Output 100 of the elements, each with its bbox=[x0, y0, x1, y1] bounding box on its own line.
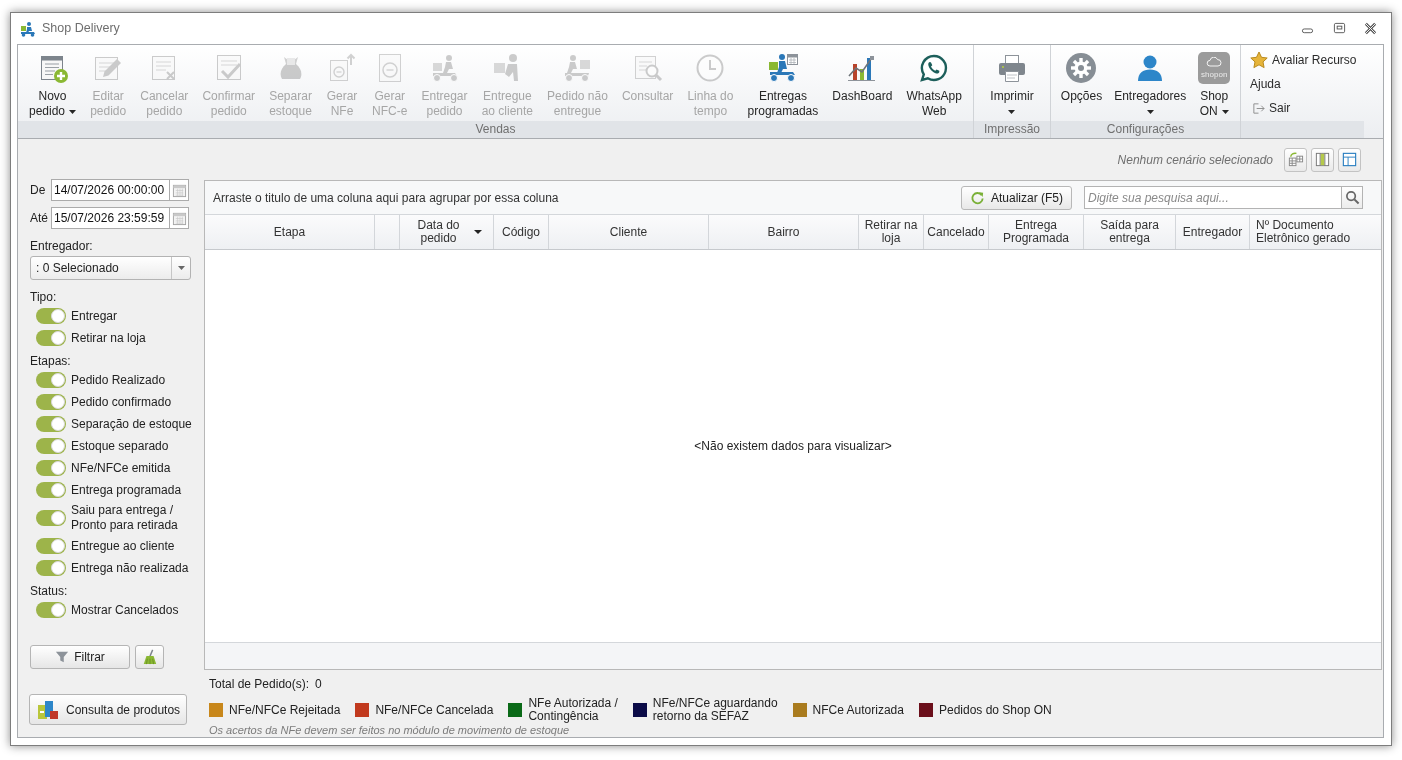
courier-dropdown[interactable]: : 0 Selecionado bbox=[30, 256, 191, 280]
ribbon-button[interactable]: Opções bbox=[1055, 52, 1108, 104]
exit-icon bbox=[1252, 101, 1265, 115]
refresh-icon bbox=[969, 190, 985, 205]
settings-icon bbox=[1065, 52, 1098, 84]
toggle-label: Entrega programada bbox=[71, 481, 182, 499]
calendar-icon bbox=[171, 182, 187, 198]
grid-arrow-icon bbox=[1287, 151, 1304, 168]
toggle-label: Separação de estoque bbox=[71, 415, 192, 433]
toggle-switch[interactable] bbox=[36, 538, 66, 554]
restore-icon[interactable] bbox=[1333, 22, 1346, 35]
ribbon-button[interactable]: DashBoard bbox=[827, 52, 898, 104]
toolbar-button[interactable] bbox=[1311, 147, 1334, 172]
summary-label: Total de Pedido(s): bbox=[209, 677, 310, 691]
calendar-button[interactable] bbox=[169, 179, 189, 201]
columns-icon bbox=[1314, 151, 1331, 168]
toggle-label: Retirar na loja bbox=[71, 329, 146, 347]
toggle-switch[interactable] bbox=[36, 308, 66, 324]
summary-value: 0 bbox=[315, 677, 322, 691]
column-header[interactable]: Cancelado bbox=[924, 215, 989, 249]
toolbar-button[interactable] bbox=[1284, 147, 1307, 172]
legend-label: NFe/NFCe Rejeitada bbox=[229, 703, 341, 717]
toggle-switch[interactable] bbox=[36, 560, 66, 576]
date-field[interactable]: 14/07/2026 00:00:00 bbox=[51, 179, 170, 201]
toggle-label: NFe/NFCe emitida bbox=[71, 459, 171, 477]
legend-label: NFe Autorizada / Contingência bbox=[528, 697, 618, 723]
caret-icon bbox=[1146, 109, 1154, 114]
toggle-label: Entrega não realizada bbox=[71, 559, 189, 577]
ribbon-button[interactable]: Imprimir bbox=[985, 52, 1039, 119]
products-button[interactable]: Consulta de produtos bbox=[29, 694, 187, 725]
ribbon-button[interactable]: Novo pedido bbox=[24, 52, 82, 119]
table-icon bbox=[1341, 151, 1358, 168]
toolbar-button[interactable] bbox=[1338, 147, 1361, 172]
toggle-switch[interactable] bbox=[36, 438, 66, 454]
ribbon-button[interactable]: Entregas programadas bbox=[742, 52, 824, 119]
ribbon-button[interactable]: Entregadores bbox=[1109, 52, 1192, 119]
field-label: Até bbox=[30, 210, 49, 227]
section-label: Tipo: bbox=[30, 289, 58, 305]
printer-icon bbox=[996, 52, 1028, 84]
calendar-button[interactable] bbox=[169, 207, 189, 229]
close-icon[interactable] bbox=[1364, 22, 1377, 35]
empty-message: <Não existem dados para visualizar> bbox=[694, 438, 892, 455]
toggle-label: Pedido confirmado bbox=[71, 393, 172, 411]
group-label: Configurações bbox=[1051, 121, 1240, 138]
field-label: De bbox=[30, 182, 47, 199]
toggle-switch[interactable] bbox=[36, 372, 66, 388]
cloud-icon bbox=[1206, 57, 1223, 67]
toggle-label: Estoque separado bbox=[71, 437, 169, 455]
ribbon-link[interactable]: Ajuda bbox=[1250, 72, 1281, 96]
section-label: Etapas: bbox=[30, 353, 72, 369]
scenario-label: Nenhum cenário selecionado bbox=[1117, 151, 1273, 169]
toggle-label: Entregar bbox=[71, 307, 118, 325]
star-icon bbox=[1250, 51, 1268, 69]
books-icon bbox=[36, 698, 60, 721]
broom-icon bbox=[141, 649, 158, 665]
column-header[interactable]: Bairro bbox=[709, 215, 859, 249]
column-header[interactable]: Saída para entrega bbox=[1084, 215, 1176, 249]
ribbon-button[interactable]: shopon Shop ON bbox=[1193, 52, 1236, 119]
column-header[interactable]: Entrega Programada bbox=[989, 215, 1084, 249]
group-by-hint: Arraste o titulo de uma coluna aqui para agrupar por essa coluna bbox=[213, 189, 559, 207]
funnel-icon bbox=[55, 650, 70, 664]
column-header[interactable]: Código bbox=[494, 215, 549, 249]
column-header[interactable]: Etapa bbox=[205, 215, 375, 249]
scooter-calendar-icon bbox=[766, 52, 799, 84]
column-header[interactable]: Retirar na loja bbox=[859, 215, 924, 249]
toggle-switch[interactable] bbox=[36, 394, 66, 410]
note-text: Os acertos da NFe devem ser feitos no módulo de movimento de estoque bbox=[209, 724, 570, 737]
window-title: Shop Delivery bbox=[42, 20, 120, 38]
toggle-switch[interactable] bbox=[36, 602, 66, 618]
search-icon bbox=[1344, 190, 1360, 205]
calendar-icon bbox=[171, 210, 187, 226]
date-field[interactable]: 15/07/2026 23:59:59 bbox=[51, 207, 170, 229]
group-label: Impressão bbox=[974, 121, 1050, 138]
ribbon-button[interactable]: WhatsApp Web bbox=[901, 52, 967, 119]
sort-arrow-icon bbox=[474, 230, 482, 234]
toggle-switch[interactable] bbox=[36, 416, 66, 432]
column-header[interactable]: Data do pedido bbox=[400, 215, 494, 249]
toggle-switch[interactable] bbox=[36, 510, 66, 526]
toggle-label: Mostrar Cancelados bbox=[71, 601, 179, 619]
scooter-icon bbox=[20, 20, 36, 37]
clear-button[interactable] bbox=[135, 645, 164, 669]
legend-label: NFe/NFCe Cancelada bbox=[375, 703, 494, 717]
group-label: Vendas bbox=[18, 121, 973, 138]
column-header[interactable]: Entregador bbox=[1176, 215, 1250, 249]
refresh-button[interactable]: Atualizar (F5) bbox=[960, 185, 1072, 210]
search-button[interactable] bbox=[1341, 186, 1363, 209]
toggle-switch[interactable] bbox=[36, 330, 66, 346]
ribbon-link[interactable]: Avaliar Recurso bbox=[1250, 48, 1357, 72]
caret-icon bbox=[1008, 109, 1016, 114]
toggle-switch[interactable] bbox=[36, 482, 66, 498]
legend-label: NFe/NFCe aguardando retorno da SEFAZ bbox=[652, 697, 778, 723]
section-label: Status: bbox=[30, 583, 69, 599]
toggle-label: Entregue ao cliente bbox=[71, 537, 175, 555]
toggle-switch[interactable] bbox=[36, 460, 66, 476]
column-header[interactable]: Cliente bbox=[549, 215, 709, 249]
ribbon-link[interactable]: Sair bbox=[1250, 96, 1291, 120]
column-header[interactable]: Nº Documento Eletrônico gerado bbox=[1250, 215, 1381, 249]
filter-button[interactable]: Filtrar bbox=[30, 645, 130, 669]
legend-label: Pedidos do Shop ON bbox=[938, 703, 1052, 717]
search-field[interactable]: Digite sua pesquisa aqui... bbox=[1084, 186, 1342, 209]
